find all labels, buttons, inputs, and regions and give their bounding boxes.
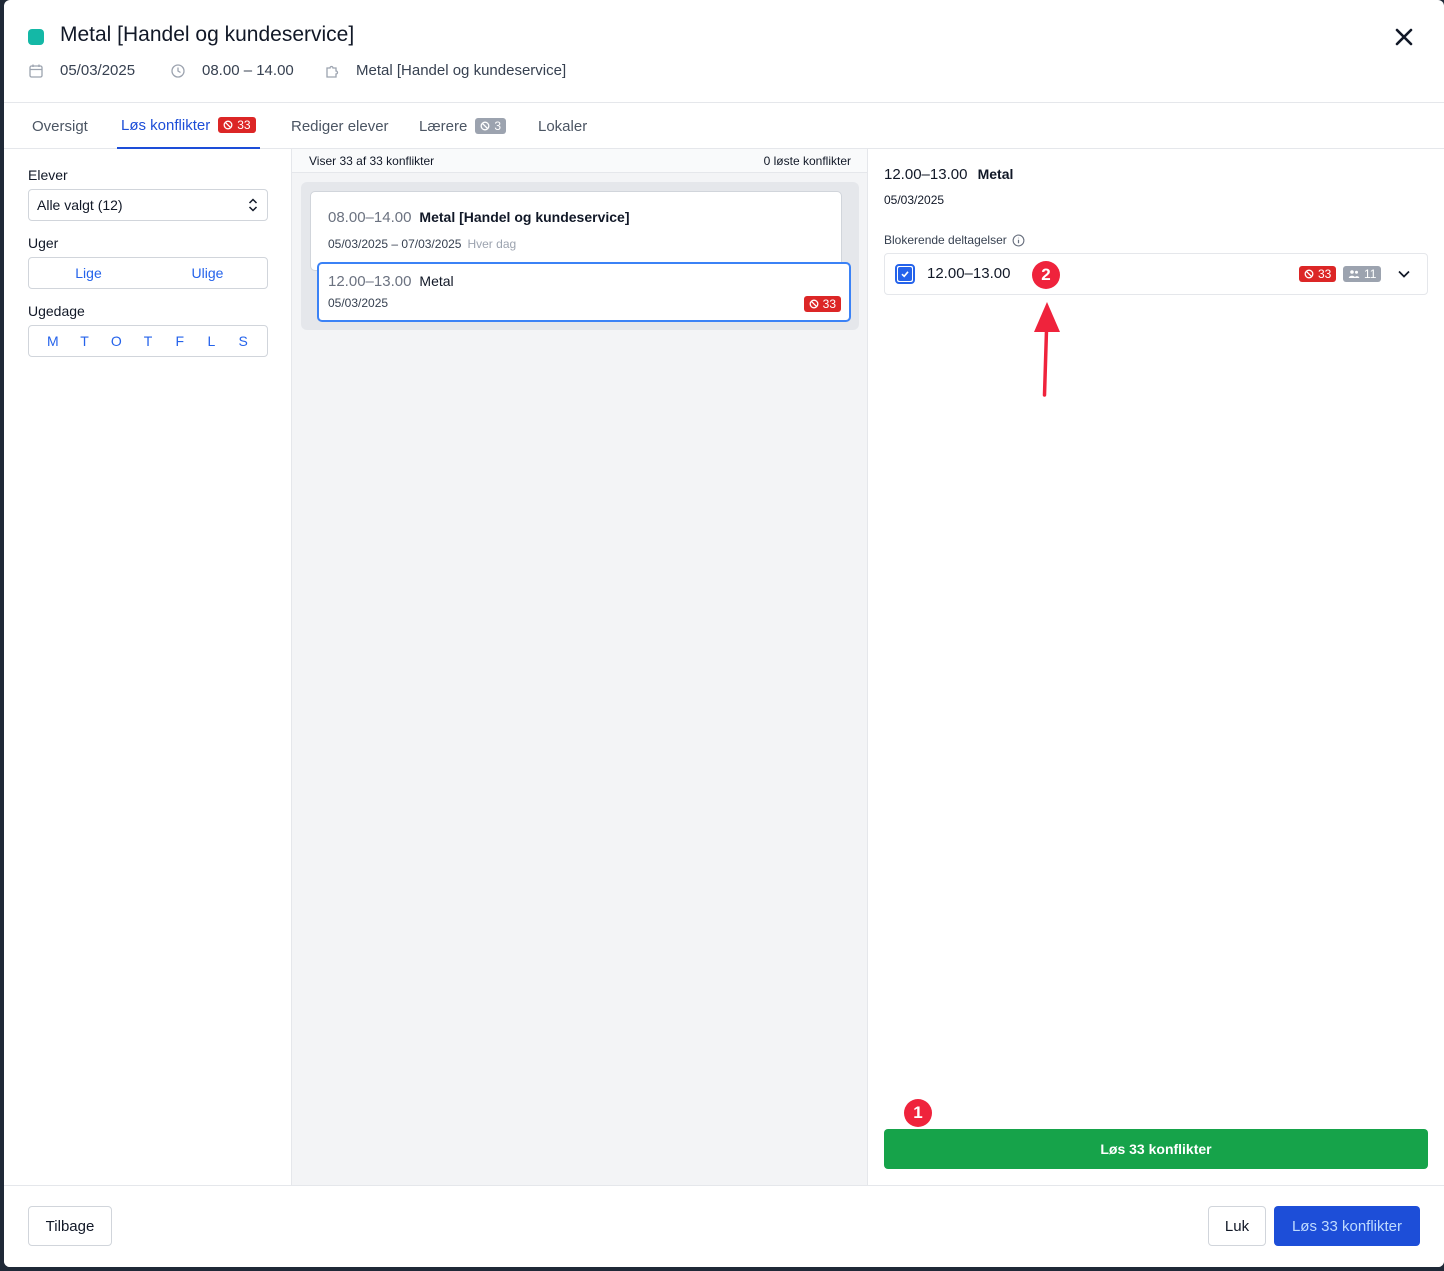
conflict-item-name: Metal [419,273,454,289]
conflict-list-panel: Viser 33 af 33 konflikter 0 løste konfli… [292,149,868,1185]
weekday-tue[interactable]: T [69,333,101,349]
weekday-wed[interactable]: O [100,333,132,349]
resolved-count: 0 løste konflikter [763,154,851,168]
blocking-label: Blokerende deltagelser [884,233,1007,247]
meta-time-text: 08.00 – 14.00 [202,62,294,79]
close-button[interactable]: Luk [1208,1206,1266,1246]
conflict-item-card[interactable]: 12.00–13.00 Metal 05/03/2025 33 [317,262,851,322]
meta-subject-text: Metal [Handel og kundeservice] [356,62,567,79]
students-select-value: Alle valgt (12) [37,197,123,213]
students-label: Elever [28,167,68,183]
weekday-mon[interactable]: M [37,333,69,349]
detail-name: Metal [977,166,1014,182]
tab-edit-students[interactable]: Rediger elever [291,103,389,149]
blocked-icon [809,299,819,309]
conflict-item-date: 05/03/2025 [328,296,389,310]
conflict-item-time: 12.00–13.00 [328,273,412,290]
blocked-icon [480,121,490,131]
course-color-swatch [28,29,44,45]
annotation-marker-1: 1 [904,1099,932,1127]
blocking-conflict-badge: 33 [1299,266,1337,282]
students-select[interactable]: Alle valgt (12) [28,189,268,221]
tab-overview[interactable]: Oversigt [32,103,88,149]
weekdays-label: Ugedage [28,303,85,319]
weekday-sat[interactable]: L [196,333,228,349]
tab-rooms[interactable]: Lokaler [538,103,587,149]
check-icon [901,271,909,278]
weekday-sun[interactable]: S [227,333,259,349]
meta-subject: Metal [Handel og kundeservice] [324,62,566,79]
blocking-people-badge: 11 [1343,266,1382,282]
back-button[interactable]: Tilbage [28,1206,112,1246]
main-event-recurrence: Hver dag [467,237,517,251]
people-icon [1348,270,1360,278]
week-odd-button[interactable]: Ulige [148,265,267,281]
close-icon[interactable] [1392,25,1416,49]
tab-resolve-conflicts[interactable]: Løs konflikter 33 [117,103,260,149]
main-event-card[interactable]: 08.00–14.00 Metal [Handel og kundeservice… [310,191,842,271]
conflict-group: 08.00–14.00 Metal [Handel og kundeservice… [301,182,859,330]
puzzle-icon [326,65,339,78]
conflict-item-badge: 33 [803,296,841,312]
meta-time: 08.00 – 14.00 [170,62,294,79]
resolve-conflicts-button[interactable]: Løs 33 konflikter [884,1129,1428,1169]
weekdays-toggle: M T O T F L S [28,325,268,357]
blocking-checkbox[interactable] [895,264,915,284]
footer-resolve-button[interactable]: Løs 33 konflikter [1274,1206,1420,1246]
blocking-row[interactable]: 12.00–13.00 33 11 [884,253,1428,295]
info-icon[interactable] [1012,234,1025,247]
weekday-thu[interactable]: T [132,333,164,349]
chevron-updown-icon [248,198,258,212]
weeks-toggle: Lige Ulige [28,257,268,289]
conflict-count-badge: 33 [218,117,256,133]
tab-bar: Oversigt Løs konflikter 33 Rediger eleve… [4,103,1444,149]
clock-icon [171,63,185,78]
conflict-dialog: Metal [Handel og kundeservice] 05/03/202… [4,0,1444,1267]
dialog-header: Metal [Handel og kundeservice] 05/03/202… [4,0,1444,103]
main-event-time: 08.00–14.00 [328,209,412,226]
blocking-time: 12.00–13.00 [927,265,1011,282]
chevron-down-icon[interactable] [1397,269,1411,279]
detail-date: 05/03/2025 [884,193,945,207]
teacher-conflict-badge: 3 [475,118,507,134]
filter-panel: Elever Alle valgt (12) Uger Lige Ulige U… [4,149,292,1185]
dialog-title: Metal [Handel og kundeservice] [60,23,355,46]
blocked-icon [223,120,233,130]
dialog-footer: Tilbage Luk Løs 33 konflikter [4,1185,1444,1267]
main-event-range: 05/03/2025 – 07/03/2025 [328,237,462,251]
week-even-button[interactable]: Lige [29,265,148,281]
conflict-detail-panel: 12.00–13.00 Metal 05/03/2025 Blokerende … [868,149,1444,1185]
weeks-label: Uger [28,235,59,251]
tab-teachers[interactable]: Lærere 3 [419,103,507,149]
detail-time: 12.00–13.00 [884,166,968,183]
annotation-marker-2: 2 [1032,261,1060,289]
meta-date: 05/03/2025 [28,62,135,79]
calendar-icon [29,64,43,78]
weekday-fri[interactable]: F [164,333,196,349]
annotation-arrow-icon [1034,302,1060,397]
main-event-name: Metal [Handel og kundeservice] [419,209,630,225]
conflict-list-header: Viser 33 af 33 konflikter 0 løste konfli… [292,149,867,173]
showing-count: Viser 33 af 33 konflikter [309,154,435,168]
blocked-icon [1304,269,1314,279]
meta-date-text: 05/03/2025 [60,62,136,79]
